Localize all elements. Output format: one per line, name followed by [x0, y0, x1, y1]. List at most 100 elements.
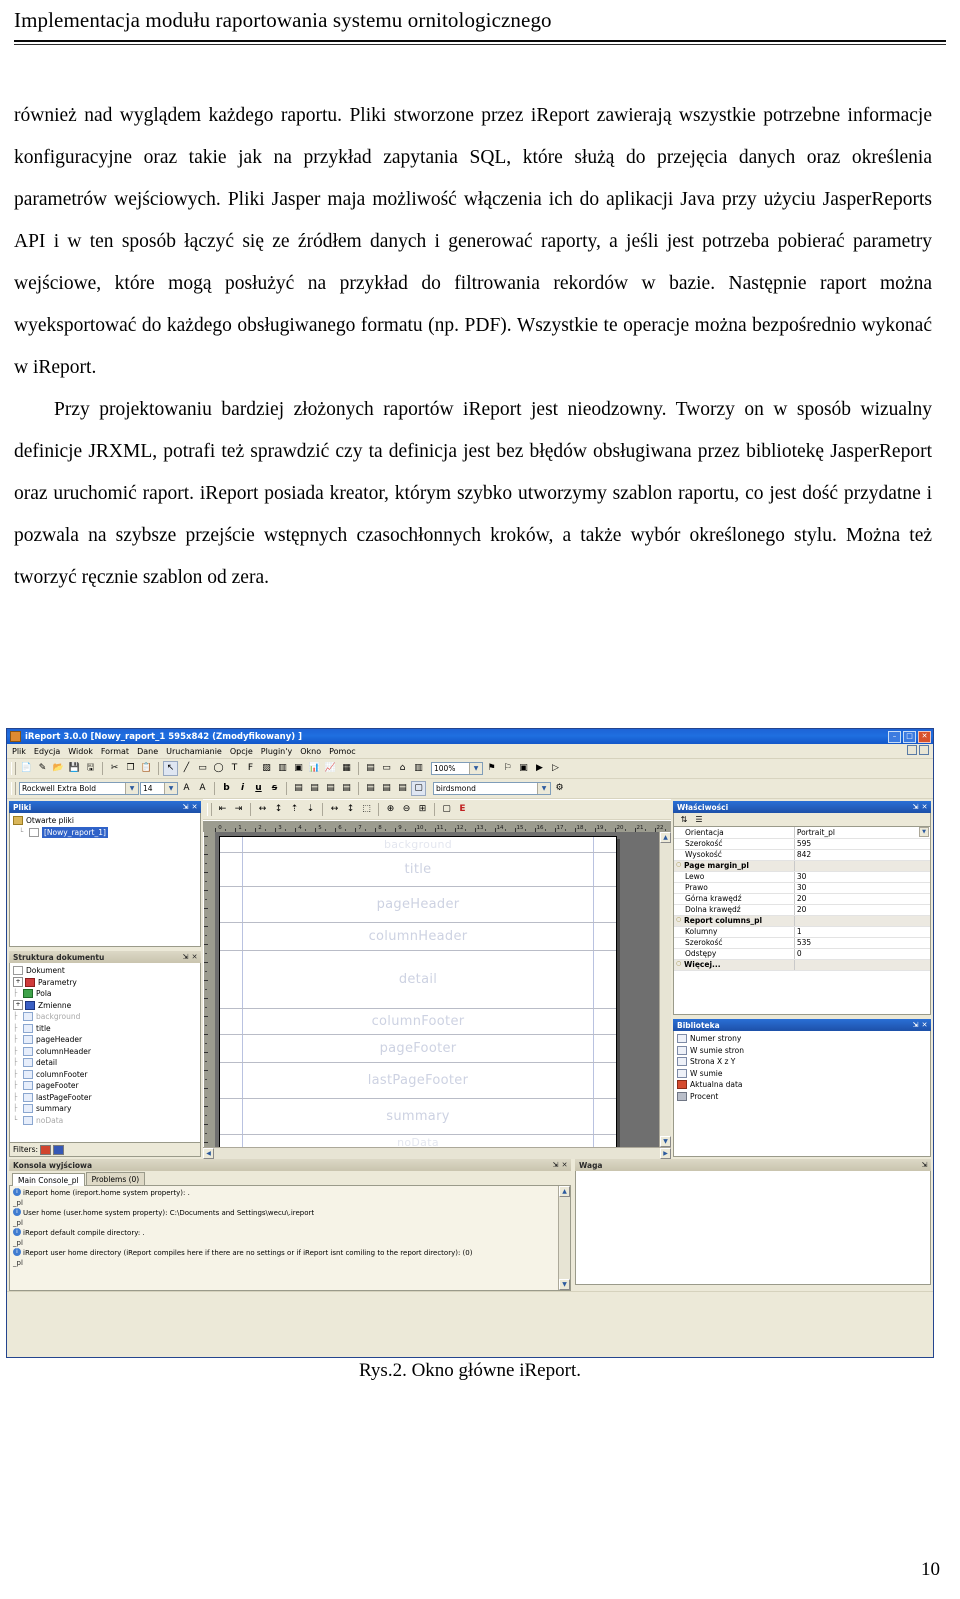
tree-item-columnfooter[interactable]: ├ columnFooter	[13, 1069, 197, 1081]
chevron-down-icon[interactable]: ▼	[919, 827, 929, 837]
line-tool-icon[interactable]: ╱	[179, 761, 194, 776]
library-item-w-sumie[interactable]: W sumie	[677, 1068, 927, 1080]
align-vertical-icon[interactable]: ↕	[271, 802, 286, 817]
mdi-restore-controls[interactable]	[907, 745, 929, 755]
property-group-page-margin[interactable]: Page margin_pl	[674, 860, 930, 872]
scroll-track[interactable]	[559, 1197, 570, 1279]
rectangle-tool-icon[interactable]: ▭	[195, 761, 210, 776]
menu-item-pomoc[interactable]: Pomoc	[329, 747, 361, 756]
scroll-down-icon[interactable]: ▼	[559, 1279, 570, 1290]
save-all-icon[interactable]: 🖫	[83, 761, 98, 776]
menu-item-dane[interactable]: Dane	[137, 747, 163, 756]
library-item-procent[interactable]: Procent	[677, 1091, 927, 1103]
library-item-strona-x-z-y[interactable]: Strona X z Y	[677, 1056, 927, 1068]
maximize-button[interactable]: □	[903, 730, 916, 743]
property-value[interactable]: 30	[794, 871, 930, 883]
menu-item-pluginy[interactable]: Plugin'y	[261, 747, 297, 756]
toolbar-grip[interactable]	[207, 803, 212, 816]
filter-parameters-icon[interactable]	[40, 1144, 52, 1155]
band-nodata[interactable]: noData	[220, 1135, 616, 1148]
menu-item-uruchamianie[interactable]: Uruchamianie	[166, 747, 227, 756]
align-right-edges-icon[interactable]: ⇥	[231, 802, 246, 817]
edit-pencil-icon[interactable]: ✎	[35, 761, 50, 776]
group-tool-icon[interactable]: ▭	[379, 761, 394, 776]
property-row-gorna-krawedz[interactable]: Górna krawędź 20	[674, 893, 930, 905]
property-value[interactable]: 20	[794, 893, 930, 905]
run-alt-icon[interactable]: ▷	[548, 761, 563, 776]
scroll-right-icon[interactable]: ▶	[660, 1148, 671, 1159]
expander-icon[interactable]: +	[13, 977, 23, 988]
tree-root-dokument[interactable]: Dokument	[13, 965, 197, 977]
console-output[interactable]: i iReport home (ireport.home system prop…	[9, 1186, 571, 1291]
toolbar-grip[interactable]	[11, 782, 16, 795]
pin-icon[interactable]: ⇲	[181, 803, 190, 811]
mdi-close-icon[interactable]	[919, 745, 929, 755]
chevron-down-icon[interactable]: ▼	[125, 783, 138, 794]
align-left-icon[interactable]: ▤	[291, 781, 306, 796]
close-icon[interactable]: ✕	[560, 1161, 569, 1169]
scroll-track-h[interactable]	[214, 1148, 660, 1159]
tree-item-pagefooter[interactable]: ├ pageFooter	[13, 1080, 197, 1092]
font-family-combo[interactable]: Rockwell Extra Bold ▼	[19, 782, 139, 795]
center-in-band-v-icon[interactable]: ⊖	[399, 802, 414, 817]
tab-main-console[interactable]: Main Console_pl	[12, 1173, 85, 1186]
new-document-icon[interactable]: 📄	[19, 761, 34, 776]
image-tool-icon[interactable]: ▨	[259, 761, 274, 776]
tree-item-pola[interactable]: ├ Pola	[13, 988, 197, 1000]
property-row-prawo[interactable]: Prawo 30	[674, 882, 930, 894]
property-row-szerokosc[interactable]: Szerokość 595	[674, 838, 930, 850]
select-tool-icon[interactable]: ↖	[163, 761, 178, 776]
vertical-ruler[interactable]	[203, 832, 215, 1147]
tree-item-background[interactable]: ├ background	[13, 1011, 197, 1023]
band-columnheader[interactable]: columnHeader	[220, 923, 616, 951]
minimize-button[interactable]: –	[888, 730, 901, 743]
library-item-numer-strony[interactable]: Numer strony	[677, 1033, 927, 1045]
property-value[interactable]: 842	[794, 849, 930, 861]
italic-icon[interactable]: i	[235, 781, 250, 796]
copy-icon[interactable]: ❐	[123, 761, 138, 776]
page-setup-icon[interactable]: ▢	[439, 802, 454, 817]
library-item-aktualna-data[interactable]: Aktualna data	[677, 1079, 927, 1091]
compile-error-icon[interactable]: ⚐	[500, 761, 515, 776]
waga-panel-body[interactable]	[575, 1171, 931, 1285]
chart-tool-icon[interactable]: 📊	[307, 761, 322, 776]
align-left-edges-icon[interactable]: ⇤	[215, 802, 230, 817]
align-center-icon[interactable]: ▤	[307, 781, 322, 796]
close-icon[interactable]: ✕	[920, 1021, 929, 1029]
property-row-szerokosc-kolumny[interactable]: Szerokość 535	[674, 937, 930, 949]
design-canvas[interactable]: background title pageHeader columnHeader	[215, 832, 659, 1147]
property-value[interactable]: 20	[794, 904, 930, 916]
property-value[interactable]: 1	[794, 926, 930, 938]
dataset-settings-icon[interactable]: ⚙	[552, 781, 567, 796]
property-group-wiecej[interactable]: Więcej...	[674, 959, 930, 971]
report-page-sheet[interactable]: background title pageHeader columnHeader	[219, 836, 617, 1147]
align-right-icon[interactable]: ▤	[323, 781, 338, 796]
chevron-down-icon[interactable]: ▼	[537, 783, 550, 794]
scroll-left-icon[interactable]: ◀	[203, 1148, 214, 1159]
bold-icon[interactable]: b	[219, 781, 234, 796]
band-tool-icon[interactable]: ▤	[363, 761, 378, 776]
organize-icon[interactable]: ⊞	[415, 802, 430, 817]
tree-item-summary[interactable]: ├ summary	[13, 1103, 197, 1115]
align-top-icon[interactable]: ⇡	[287, 802, 302, 817]
property-row-dolna-krawedz[interactable]: Dolna krawędź 20	[674, 904, 930, 916]
cut-icon[interactable]: ✂	[107, 761, 122, 776]
tree-item-nowy-raport-1[interactable]: └ [Nowy_raport_1]	[19, 826, 197, 838]
filter-variables-icon[interactable]	[53, 1144, 65, 1155]
band-title[interactable]: title	[220, 853, 616, 887]
property-value[interactable]: 535	[794, 937, 930, 949]
underline-icon[interactable]: u	[251, 781, 266, 796]
save-icon[interactable]: 💾	[67, 761, 82, 776]
strikethrough-icon[interactable]: s	[267, 781, 282, 796]
paste-icon[interactable]: 📋	[139, 761, 154, 776]
border-color-icon[interactable]: ▢	[411, 781, 426, 796]
valign-top-icon[interactable]: ▤	[363, 781, 378, 796]
font-size-combo[interactable]: 14 ▼	[140, 782, 178, 795]
align-horizontal-icon[interactable]: ↔	[255, 802, 270, 817]
close-button[interactable]: ✕	[918, 730, 931, 743]
property-value[interactable]: 595	[794, 838, 930, 850]
ellipse-tool-icon[interactable]: ◯	[211, 761, 226, 776]
dataset-combo[interactable]: birdsmond ▼	[433, 782, 551, 795]
band-summary[interactable]: summary	[220, 1099, 616, 1135]
tree-item-lastpagefooter[interactable]: ├ lastPageFooter	[13, 1092, 197, 1104]
